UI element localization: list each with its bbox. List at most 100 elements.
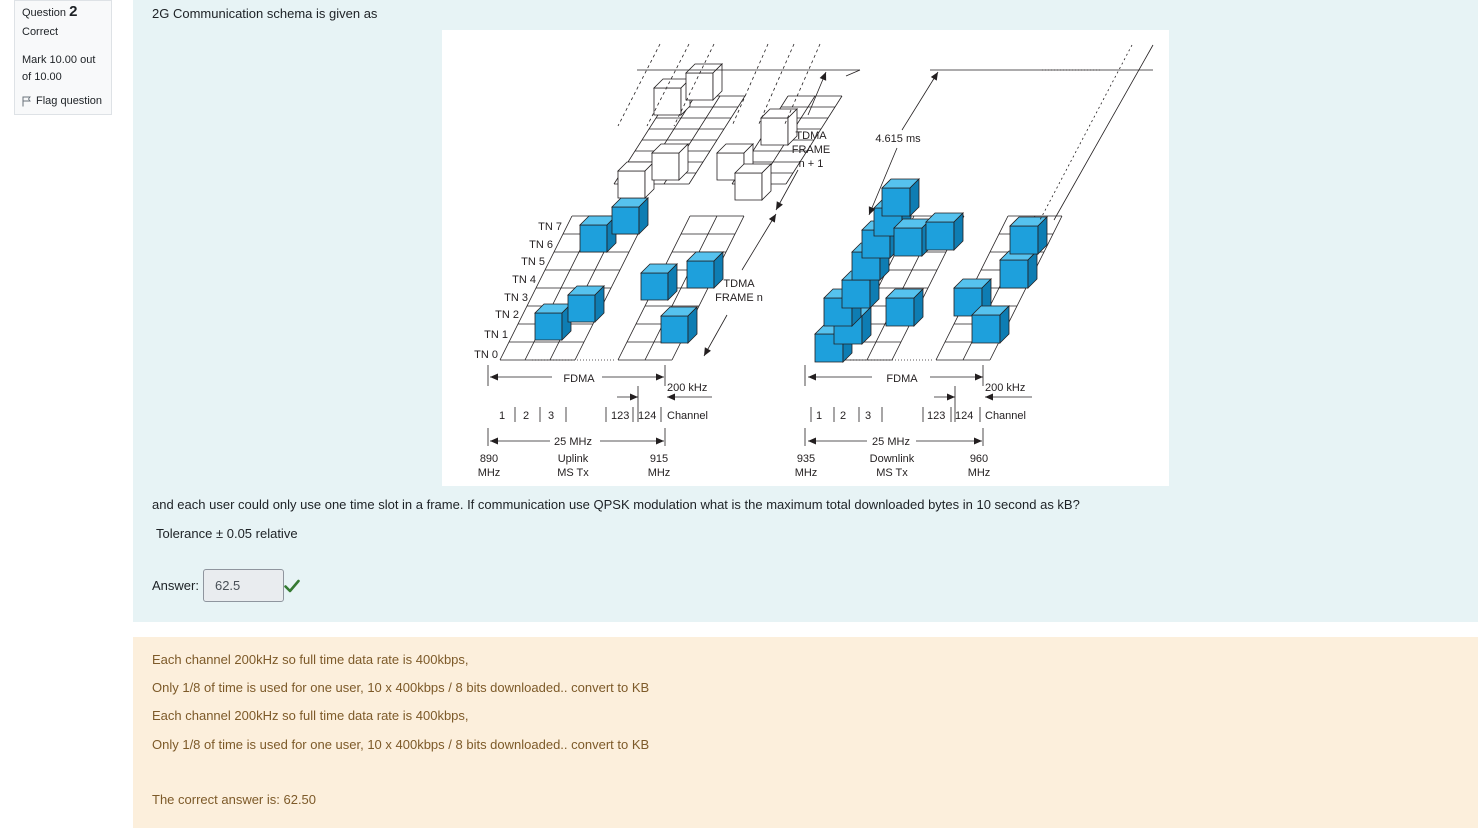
downlink-end-freq: 960 [970, 453, 988, 465]
uplink-start-freq: 890 [480, 453, 498, 465]
slot-block [653, 78, 691, 116]
tdma-frame-line1: TDMA [723, 278, 755, 290]
downlink-channel-1: 1 [816, 410, 822, 422]
slot-label-tn7: TN 7 [538, 221, 562, 233]
flag-question-button[interactable]: Flag question [22, 95, 111, 107]
slot-block-front [617, 170, 646, 199]
slot-block-front [971, 314, 1001, 344]
uplink-channel-width-arrow-right-head [630, 393, 638, 401]
tdma-frame-next-line3: n + 1 [799, 158, 824, 170]
slot-block-front [841, 279, 871, 309]
slot-block-front [640, 272, 669, 301]
slot-block-front [686, 260, 715, 289]
downlink-channel-width-arrow-right-head [947, 393, 955, 401]
slot-block-front [660, 315, 689, 344]
uplink-channel-width-arrow-left-head [667, 393, 675, 401]
downlink-fdma-arrow-right-head [975, 373, 983, 381]
uplink-name: Uplink [558, 453, 589, 465]
downlink-name: Downlink [870, 453, 915, 465]
frame-top-line-tick [845, 69, 861, 77]
downlink-channel-123: 123 [927, 410, 945, 422]
uplink-direction: MS Tx [557, 467, 589, 479]
answer-input[interactable] [202, 569, 284, 602]
slot-block [651, 143, 689, 181]
slot-block-front [653, 87, 682, 116]
slot-label-tn5: TN 5 [521, 256, 545, 268]
slot-label-tn2: TN 2 [495, 309, 519, 321]
correct-check-icon [284, 579, 300, 592]
question-intro: 2G Communication schema is given as [152, 6, 378, 21]
question-number: Question 2 [22, 3, 78, 20]
slot-block-front [611, 206, 640, 235]
flag-question-label: Flag question [36, 95, 103, 107]
uplink-channel-label: Channel [667, 410, 708, 422]
uplink-bandwidth-label: 25 MHz [554, 436, 592, 448]
slot-block-front [1009, 225, 1039, 255]
slot-block [881, 178, 920, 217]
downlink-start-freq: 935 [797, 453, 815, 465]
slot-block [686, 251, 724, 289]
slot-block [885, 288, 924, 327]
uplink-channel-width-label: 200 kHz [667, 382, 707, 394]
slot-block [640, 263, 678, 301]
frame-outline-right-dotted [1039, 44, 1133, 221]
slot-block [971, 305, 1010, 344]
feedback-line-1: Each channel 200kHz so full time data ra… [152, 652, 469, 667]
slot-block [760, 108, 798, 146]
slot-block-front [685, 72, 714, 101]
downlink-bandwidth-arrow-right-head [974, 437, 982, 445]
question-info: Question 2 Correct Mark 10.00 out of 10.… [14, 0, 112, 115]
downlink-channel-width-arrow-left-head [985, 393, 993, 401]
tdma-frame-arrow-up [741, 213, 777, 271]
feedback-line-2: Only 1/8 of time is used for one user, 1… [152, 680, 650, 695]
feedback-line-3: Each channel 200kHz so full time data ra… [152, 708, 469, 723]
slot-label-tn0: TN 0 [474, 349, 498, 361]
downlink-channel-label: Channel [985, 410, 1026, 422]
uplink-bandwidth-arrow-right-head [656, 437, 664, 445]
tdma-frame-next-line1: TDMA [795, 130, 827, 142]
feedback-line-4: Only 1/8 of time is used for one user, 1… [152, 737, 650, 752]
gsm-tdma-fdma-figure: TN 7 TN 6 TN 5 TN 4 TN 3 TN 2 TN 1 TN 0 … [442, 30, 1169, 486]
uplink-start-unit: MHz [478, 467, 501, 479]
downlink-bandwidth-label: 25 MHz [872, 436, 910, 448]
uplink-channel-123: 123 [611, 410, 629, 422]
question-formulation: 2G Communication schema is given as TN 7… [133, 0, 1478, 622]
slot-block [1009, 216, 1048, 255]
uplink-channel-2: 2 [523, 410, 529, 422]
uplink-fdma-arrow-left-head [490, 373, 498, 381]
slot-block [579, 215, 617, 253]
slot-block [660, 306, 698, 344]
slot-block-front [534, 312, 563, 341]
downlink-end-unit: MHz [968, 467, 991, 479]
uplink-end-freq: 915 [650, 453, 668, 465]
frame-duration-arrow-up-head [930, 72, 938, 81]
question-body: and each user could only use one time sl… [152, 497, 1080, 512]
slot-block-front [881, 187, 911, 217]
slot-block-front [651, 152, 680, 181]
slot-label-tn6: TN 6 [529, 239, 553, 251]
slot-block [925, 212, 964, 251]
uplink-channel-1: 1 [499, 410, 505, 422]
downlink-channel-width-label: 200 kHz [985, 382, 1025, 394]
answer-label: Answer: [152, 578, 199, 593]
slot-block [617, 161, 655, 199]
slot-label-tn1: TN 1 [484, 329, 508, 341]
flag-icon [22, 96, 31, 106]
downlink-fdma-label: FDMA [886, 373, 918, 385]
downlink-fdma-arrow-left-head [808, 373, 816, 381]
uplink-fdma-label: FDMA [563, 373, 595, 385]
downlink-channel-3: 3 [865, 410, 871, 422]
tdma-frame-arrow-up-head [768, 214, 776, 223]
slot-block-front [579, 224, 608, 253]
slot-block-front [885, 297, 915, 327]
answer-row: Answer: [152, 569, 300, 602]
question-state: Correct [22, 26, 59, 38]
question-grade: Mark 10.00 out of 10.00 [22, 54, 96, 83]
skew-guide-line [731, 43, 769, 127]
tdma-frame-next-line2: FRAME [792, 144, 831, 156]
uplink-channel-124: 124 [638, 410, 656, 422]
figure-svg: TN 7 TN 6 TN 5 TN 4 TN 3 TN 2 TN 1 TN 0 … [474, 43, 1154, 479]
uplink-bandwidth-arrow-left-head [490, 437, 498, 445]
uplink-channel-3: 3 [548, 410, 554, 422]
slot-block [685, 63, 723, 101]
